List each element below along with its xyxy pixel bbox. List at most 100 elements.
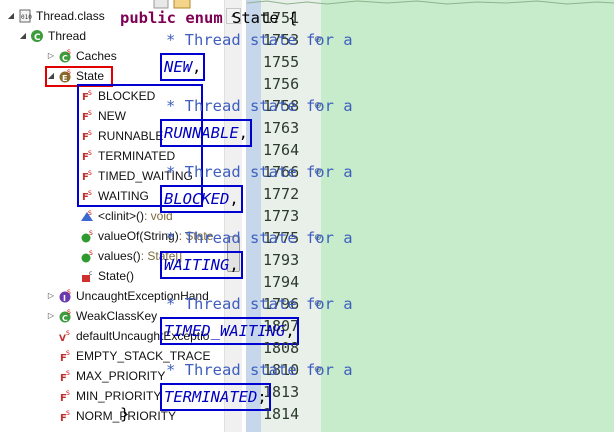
comment-text: * Thread state for a [166, 97, 353, 115]
tree-item-label: MIN_PRIORITY [76, 389, 162, 403]
keyword: public [120, 9, 176, 27]
code-line[interactable]: WAITING, [160, 251, 243, 279]
torn-edge [247, 0, 614, 5]
static-final-field-icon: FS [58, 409, 72, 423]
brace: } [120, 405, 130, 423]
private-constructor-icon: c [80, 269, 94, 283]
line-number: 1794 [263, 273, 300, 291]
svg-text:c: c [89, 270, 92, 277]
enum-constant: TIMED_WAITING [164, 322, 286, 340]
method-name: values() [98, 249, 141, 263]
tree-item-field[interactable]: FS MAX_PRIORITY [58, 366, 165, 386]
svg-text:S: S [66, 350, 70, 357]
static-final-field-icon: FS [58, 369, 72, 383]
separator: , [238, 124, 248, 142]
expand-toggle-icon[interactable]: ◢ [18, 26, 28, 46]
code-editor[interactable]: 1751 public enum State {1753 ⊕ * Thread sta… [120, 0, 614, 432]
enum-constant-highlight-box: RUNNABLE, [160, 119, 252, 147]
code-line[interactable]: TERMINATED; [160, 383, 271, 411]
code-line[interactable]: BLOCKED, [160, 185, 243, 213]
tree-item-method[interactable]: S <clinit>() : void [80, 206, 173, 226]
brace: { [278, 9, 298, 27]
static-final-field-icon: FS [58, 389, 72, 403]
class-file-icon: 010 [18, 9, 32, 23]
code-line[interactable]: } [120, 405, 129, 423]
svg-text:S: S [66, 390, 70, 397]
class-icon: C [30, 29, 44, 43]
svg-text:S: S [88, 210, 92, 217]
expand-toggle-icon[interactable]: ▷ [46, 286, 56, 306]
code-line[interactable]: * Thread state for a [166, 97, 353, 115]
svg-text:S: S [67, 289, 71, 296]
tree-item-class-thread[interactable]: ◢ C Thread [18, 26, 86, 46]
line-number: 1764 [263, 141, 300, 159]
static-final-field-icon: FS [58, 349, 72, 363]
code-line[interactable]: NEW, [160, 53, 206, 81]
code-line[interactable]: * Thread state for a [166, 361, 353, 379]
svg-text:C: C [34, 33, 41, 43]
enum-constant-highlight-box: TERMINATED; [160, 383, 271, 411]
code-line[interactable]: RUNNABLE, [160, 119, 252, 147]
comment-text: * Thread state for a [166, 229, 353, 247]
tree-item-thread-class[interactable]: ◢ 010 Thread.class [6, 6, 105, 26]
method-name: State() [98, 269, 135, 283]
svg-text:S: S [66, 330, 70, 337]
line-number: 1793 [263, 251, 300, 269]
tree-item-label: WeakClassKey [76, 309, 158, 323]
type-name: State [232, 9, 279, 27]
line-number: 1814 [263, 405, 300, 423]
code-line[interactable]: * Thread state for a [166, 31, 353, 49]
tree-item-label: MAX_PRIORITY [76, 369, 166, 383]
interface-icon: IS [58, 289, 72, 303]
svg-text:S: S [89, 250, 93, 257]
enum-constant-highlight-box: WAITING, [160, 251, 243, 279]
code-line[interactable]: * Thread state for a [166, 163, 353, 181]
svg-text:S: S [67, 309, 71, 316]
public-static-method-icon: S [80, 229, 94, 243]
tree-item-label: Thread [48, 29, 87, 43]
keyword: enum [185, 9, 223, 27]
comment-text: * Thread state for a [166, 361, 353, 379]
code-line[interactable]: * Thread state for a [166, 295, 353, 313]
code-line[interactable]: * Thread state for a [166, 229, 353, 247]
expand-toggle-icon[interactable]: ◢ [6, 6, 16, 26]
svg-text:I: I [63, 294, 66, 303]
enum-constant: TERMINATED [164, 388, 258, 406]
svg-text:S: S [66, 410, 70, 417]
code-line[interactable]: public enum State { [120, 9, 297, 27]
line-number: 1756 [263, 75, 300, 93]
tree-item-class[interactable]: ▷ CS WeakClassKey [46, 306, 157, 326]
static-class-icon: CS [58, 309, 72, 323]
svg-text:S: S [67, 49, 71, 56]
comment-text: * Thread state for a [166, 31, 353, 49]
tree-item-constructor[interactable]: c State() [80, 266, 134, 286]
line-number: 1772 [263, 185, 300, 203]
svg-text:S: S [89, 230, 93, 237]
svg-text:V: V [59, 334, 66, 343]
enum-constant: WAITING [164, 256, 230, 274]
line-number: 1808 [263, 339, 300, 357]
expand-toggle-icon[interactable]: ▷ [46, 46, 56, 66]
tree-item-label: Thread.class [36, 9, 105, 23]
static-class-icon: CS [58, 49, 72, 63]
static-initializer-icon: S [80, 209, 94, 223]
line-number: 1763 [263, 119, 300, 137]
expand-toggle-icon[interactable]: ▷ [46, 306, 56, 326]
separator: , [285, 322, 295, 340]
separator: , [192, 58, 202, 76]
tree-item-field[interactable]: FS MIN_PRIORITY [58, 386, 161, 406]
static-volatile-field-icon: VS [58, 329, 72, 343]
enum-constant: NEW [164, 58, 192, 76]
svg-text:010: 010 [21, 14, 32, 21]
tree-item-field[interactable]: FS NORM_PRIORITY [58, 406, 176, 426]
comment-text: * Thread state for a [166, 163, 353, 181]
separator: , [229, 256, 239, 274]
tree-item-caches[interactable]: ▷ CS Caches [46, 46, 117, 66]
enum-constant: RUNNABLE [164, 124, 239, 142]
enum-constant-highlight-box: NEW, [160, 53, 206, 81]
separator: , [229, 190, 239, 208]
svg-text:S: S [66, 370, 70, 377]
separator: ; [257, 388, 267, 406]
comment-text: * Thread state for a [166, 295, 353, 313]
line-number: 1755 [263, 53, 300, 71]
